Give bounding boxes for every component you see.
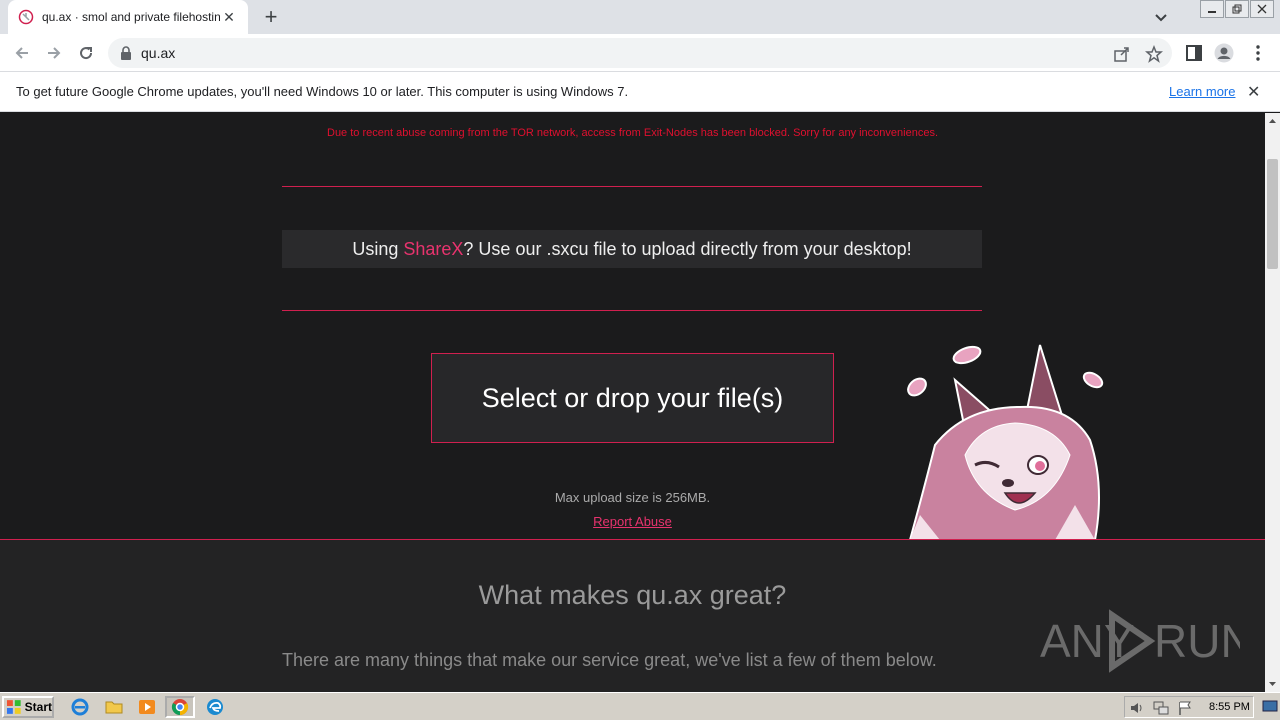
sharex-prefix: Using <box>352 239 404 259</box>
scroll-down-arrow-icon[interactable] <box>1268 679 1277 688</box>
bookmark-star-icon[interactable] <box>1145 45 1163 63</box>
restore-button[interactable] <box>1225 0 1249 18</box>
taskbar-clock[interactable]: 8:55 PM <box>1209 701 1250 713</box>
windows-taskbar: Start 8:55 PM <box>0 692 1280 720</box>
tab-strip: qu.ax · smol and private filehosting ✕ + <box>0 0 1280 34</box>
forward-button[interactable] <box>42 41 66 65</box>
taskbar-ie[interactable] <box>68 697 92 717</box>
sharex-banner: Using ShareX? Use our .sxcu file to uplo… <box>282 230 982 268</box>
close-window-button[interactable] <box>1250 0 1274 18</box>
browser-toolbar: qu.ax <box>0 34 1280 72</box>
features-intro: There are many things that make our serv… <box>282 650 937 670</box>
sharex-link[interactable]: ShareX <box>403 239 463 259</box>
start-button[interactable]: Start <box>2 696 54 718</box>
forward-arrow-icon <box>48 47 61 59</box>
taskbar-chrome[interactable] <box>165 696 195 718</box>
page-scrollbar[interactable] <box>1265 113 1280 692</box>
tor-notice: Due to recent abuse coming from the TOR … <box>327 127 938 139</box>
features-title: What makes qu.ax great? <box>478 580 787 610</box>
reload-icon <box>80 47 93 60</box>
window-controls <box>1199 0 1274 18</box>
edge-icon <box>207 699 223 715</box>
lock-icon <box>121 46 131 60</box>
anyrun-watermark-logo: ANY RUN <box>1040 609 1240 673</box>
tab-search-chevron-icon[interactable] <box>1150 6 1172 28</box>
sharex-suffix: ? Use our .sxcu file to upload directly … <box>463 239 912 259</box>
show-desktop-icon[interactable] <box>1262 698 1278 714</box>
page-content: Due to recent abuse coming from the TOR … <box>0 113 1265 692</box>
back-button[interactable] <box>10 41 34 65</box>
internet-explorer-icon <box>71 698 89 716</box>
profile-avatar-icon[interactable] <box>1214 43 1234 63</box>
tab-quax[interactable]: qu.ax · smol and private filehosting ✕ <box>8 0 248 34</box>
restore-icon <box>1232 4 1242 14</box>
taskbar-edge[interactable] <box>203 697 227 717</box>
url-text: qu.ax <box>141 45 176 61</box>
action-center-flag-icon[interactable] <box>1177 700 1193 716</box>
new-tab-button[interactable]: + <box>258 4 284 30</box>
divider-middle <box>282 310 982 311</box>
menu-kebab-icon[interactable] <box>1248 43 1268 63</box>
mascot-illustration <box>907 344 1104 540</box>
learn-more-link[interactable]: Learn more <box>1169 84 1235 99</box>
reload-button[interactable] <box>74 41 98 65</box>
chrome-icon <box>171 699 189 716</box>
scrollbar-thumb[interactable] <box>1267 159 1278 269</box>
back-arrow-icon <box>15 47 28 59</box>
tab-close-icon[interactable]: ✕ <box>220 9 238 26</box>
report-abuse-link[interactable]: Report Abuse <box>593 514 672 529</box>
network-icon[interactable] <box>1153 700 1169 716</box>
watermark-right-text: RUN <box>1154 615 1240 667</box>
close-window-icon <box>1257 4 1267 14</box>
minimize-icon <box>1208 11 1216 13</box>
infobar-close-icon[interactable]: ✕ <box>1247 82 1260 102</box>
infobar-message: To get future Google Chrome updates, you… <box>16 84 629 99</box>
side-panel-icon[interactable] <box>1184 43 1204 63</box>
windows-logo-icon <box>6 700 21 714</box>
share-icon[interactable] <box>1113 45 1131 63</box>
quax-favicon-icon <box>18 9 34 25</box>
volume-icon[interactable] <box>1129 700 1145 716</box>
start-label: Start <box>24 700 52 714</box>
taskbar-explorer[interactable] <box>102 697 126 717</box>
divider-top <box>282 186 982 187</box>
minimize-button[interactable] <box>1200 0 1224 18</box>
address-bar[interactable]: qu.ax <box>108 38 1172 68</box>
file-drop-zone[interactable]: Select or drop your file(s) <box>431 353 834 443</box>
taskbar-media-player[interactable] <box>135 697 159 717</box>
scroll-up-arrow-icon[interactable] <box>1268 117 1277 126</box>
tab-title: qu.ax · smol and private filehosting <box>42 10 220 24</box>
media-player-icon <box>139 700 155 714</box>
update-infobar: To get future Google Chrome updates, you… <box>0 72 1280 112</box>
folder-icon <box>105 701 123 714</box>
